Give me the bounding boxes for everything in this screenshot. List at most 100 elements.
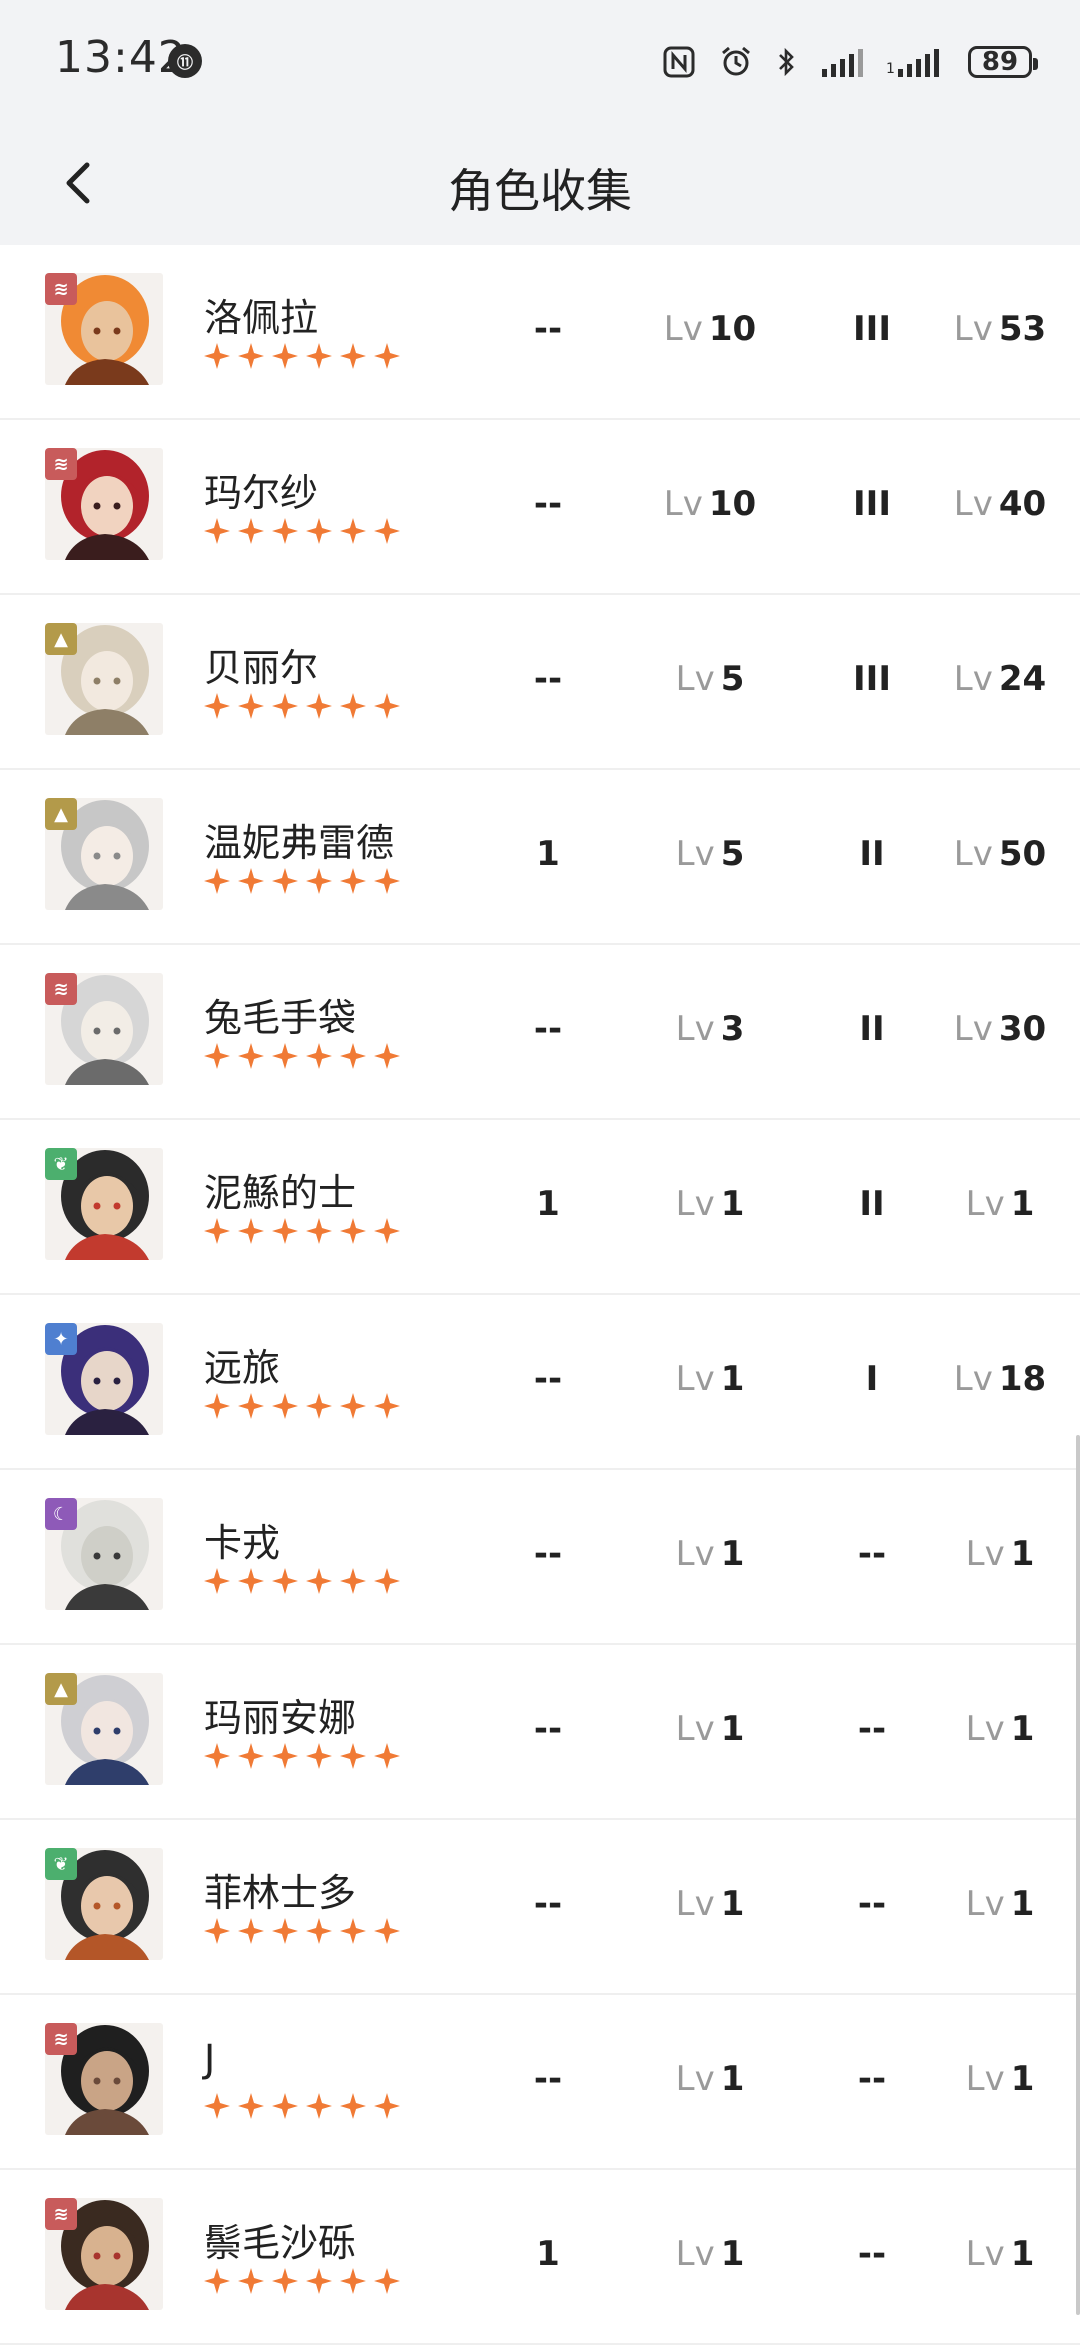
character-level: Lv 40: [930, 484, 1070, 524]
constellation-value: --: [533, 1009, 563, 1049]
skill-level-value: 5: [720, 834, 745, 874]
skill-level-value: 10: [708, 484, 757, 524]
star-icon: [272, 1393, 298, 1419]
star-icon: [340, 868, 366, 894]
character-row[interactable]: ✦ 远旅 -- Lv 1 I Lv 18: [0, 1295, 1080, 1470]
star-icon: [204, 868, 230, 894]
character-avatar[interactable]: ≋: [45, 973, 163, 1085]
character-level: Lv 1: [930, 1709, 1070, 1749]
character-row[interactable]: ▲ 玛丽安娜 -- Lv 1 -- Lv 1: [0, 1645, 1080, 1820]
character-level-value: 1: [1010, 1709, 1035, 1749]
character-name: 兔毛手袋: [204, 996, 357, 1040]
star-icon: [340, 2093, 366, 2119]
star-icon: [374, 1568, 400, 1594]
character-name: 温妮弗雷德: [204, 821, 395, 865]
character-avatar[interactable]: ❦: [45, 1848, 163, 1960]
character-avatar[interactable]: ≋: [45, 448, 163, 560]
star-icon: [204, 518, 230, 544]
lv-prefix: Lv: [965, 2059, 1005, 2099]
lv-prefix: Lv: [953, 309, 993, 349]
star-rating: [204, 868, 400, 894]
star-icon: [272, 2268, 298, 2294]
character-name: J: [204, 2037, 216, 2081]
character-list: ≋ 洛佩拉 -- Lv 10 III Lv 53 ≋ 玛尔纱 -- Lv 10 …: [0, 245, 1080, 2345]
rank-value: --: [857, 2059, 887, 2099]
character-row[interactable]: ▲ 温妮弗雷德 1 Lv 5 II Lv 50: [0, 770, 1080, 945]
star-icon: [204, 1918, 230, 1944]
star-icon: [238, 518, 264, 544]
character-name: 远旅: [204, 1346, 281, 1390]
star-icon: [306, 1218, 332, 1244]
skill-level-value: 3: [720, 1009, 745, 1049]
star-icon: [374, 693, 400, 719]
star-icon: [272, 518, 298, 544]
character-row[interactable]: ≋ 洛佩拉 -- Lv 10 III Lv 53: [0, 245, 1080, 420]
character-avatar[interactable]: ✦: [45, 1323, 163, 1435]
nfc-icon: [663, 46, 695, 78]
element-rock-icon: ▲: [45, 1673, 77, 1705]
star-rating: [204, 1568, 400, 1594]
character-avatar[interactable]: ▲: [45, 798, 163, 910]
star-icon: [204, 1568, 230, 1594]
constellation-value: --: [533, 659, 563, 699]
character-avatar[interactable]: ≋: [45, 2198, 163, 2310]
skill-level: Lv 5: [640, 659, 780, 699]
skill-level: Lv 1: [640, 2234, 780, 2274]
star-icon: [238, 1043, 264, 1069]
star-icon: [204, 693, 230, 719]
element-fire-icon: ≋: [45, 273, 77, 305]
character-row[interactable]: ▲ 贝丽尔 -- Lv 5 III Lv 24: [0, 595, 1080, 770]
character-level-value: 18: [998, 1359, 1047, 1399]
element-fire-icon: ≋: [45, 448, 77, 480]
star-icon: [340, 693, 366, 719]
character-avatar[interactable]: ▲: [45, 1673, 163, 1785]
star-icon: [272, 1918, 298, 1944]
character-level-value: 40: [998, 484, 1047, 524]
element-nature-icon: ❦: [45, 1848, 77, 1880]
star-icon: [374, 1743, 400, 1769]
character-row[interactable]: ❦ 泥鯀的士 1 Lv 1 II Lv 1: [0, 1120, 1080, 1295]
character-level-value: 1: [1010, 1184, 1035, 1224]
character-avatar[interactable]: ☾: [45, 1498, 163, 1610]
character-level: Lv 18: [930, 1359, 1070, 1399]
character-avatar[interactable]: ❦: [45, 1148, 163, 1260]
lv-prefix: Lv: [965, 1184, 1005, 1224]
skill-level: Lv 1: [640, 1359, 780, 1399]
character-row[interactable]: ≋ 兔毛手袋 -- Lv 3 II Lv 30: [0, 945, 1080, 1120]
character-row[interactable]: ≋ 鬃毛沙砾 1 Lv 1 -- Lv 1: [0, 2170, 1080, 2345]
star-rating: [204, 1393, 400, 1419]
character-row[interactable]: ❦ 菲林士多 -- Lv 1 -- Lv 1: [0, 1820, 1080, 1995]
page-title: 角色收集: [448, 164, 632, 218]
skill-level: Lv 5: [640, 834, 780, 874]
star-icon: [374, 518, 400, 544]
scrollbar[interactable]: [1076, 1435, 1080, 2315]
rank-value: II: [859, 1009, 885, 1049]
star-rating: [204, 693, 400, 719]
svg-text:1: 1: [886, 61, 895, 77]
character-level-value: 50: [998, 834, 1047, 874]
status-icons: 1 89: [662, 40, 1038, 84]
star-icon: [204, 2093, 230, 2119]
character-row[interactable]: ☾ 卡戎 -- Lv 1 -- Lv 1: [0, 1470, 1080, 1645]
alarm-icon: [722, 46, 750, 76]
constellation-value: --: [533, 2059, 563, 2099]
character-name: 卡戎: [204, 1521, 281, 1565]
skill-level-value: 1: [720, 1534, 745, 1574]
character-level-value: 1: [1010, 2059, 1035, 2099]
star-icon: [272, 1043, 298, 1069]
star-icon: [306, 343, 332, 369]
character-level: Lv 1: [930, 1884, 1070, 1924]
character-level: Lv 1: [930, 2234, 1070, 2274]
star-icon: [204, 343, 230, 369]
character-name: 洛佩拉: [204, 296, 319, 340]
character-row[interactable]: ≋ 玛尔纱 -- Lv 10 III Lv 40: [0, 420, 1080, 595]
character-row[interactable]: ≋ J -- Lv 1 -- Lv 1: [0, 1995, 1080, 2170]
character-avatar[interactable]: ≋: [45, 2023, 163, 2135]
character-avatar[interactable]: ▲: [45, 623, 163, 735]
character-avatar[interactable]: ≋: [45, 273, 163, 385]
star-icon: [306, 693, 332, 719]
rank-value: --: [857, 1709, 887, 1749]
star-icon: [272, 1568, 298, 1594]
star-icon: [238, 868, 264, 894]
star-icon: [272, 2093, 298, 2119]
